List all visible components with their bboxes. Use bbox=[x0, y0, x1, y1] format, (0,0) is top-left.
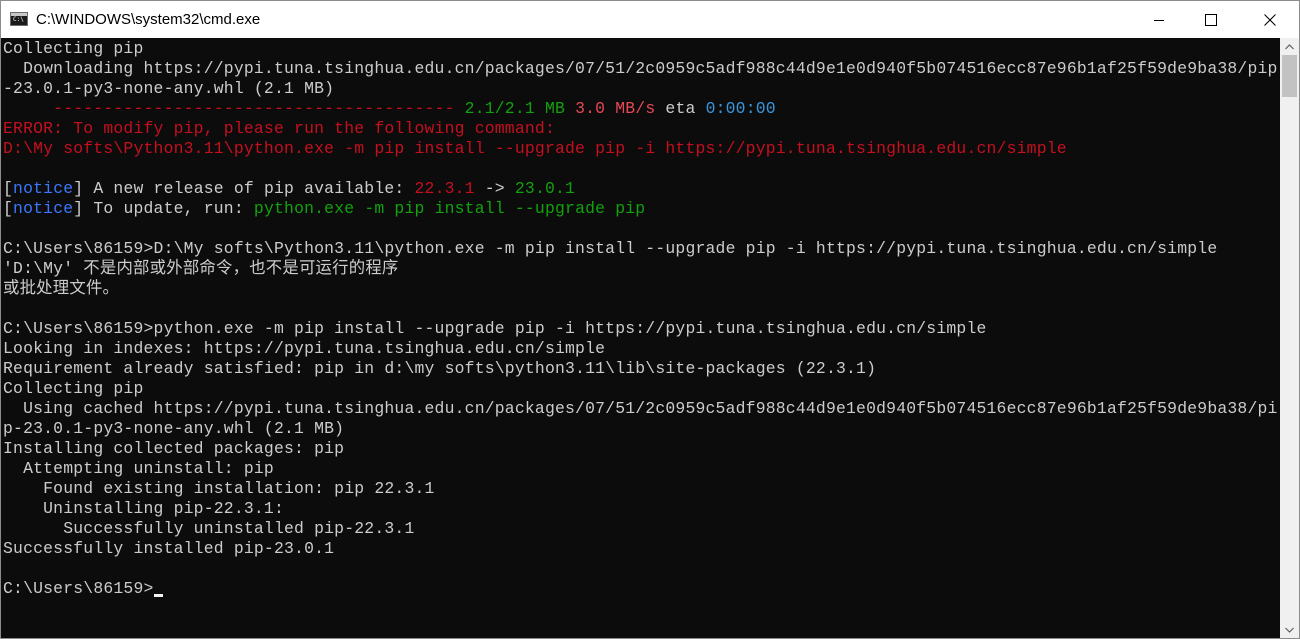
console-text: 或批处理文件。 bbox=[3, 279, 120, 298]
console-line: C:\Users\86159>D:\My softs\Python3.11\py… bbox=[3, 239, 1278, 259]
console-line: Successfully installed pip-23.0.1 bbox=[3, 539, 1278, 559]
console-text: python.exe -m pip install --upgrade pip bbox=[253, 199, 646, 218]
console-text: Requirement already satisfied: pip in d:… bbox=[3, 359, 877, 378]
console-text: 23.0.1 bbox=[514, 179, 576, 198]
console-text: [ bbox=[3, 179, 14, 198]
console-line: Installing collected packages: pip bbox=[3, 439, 1278, 459]
minimize-icon bbox=[1154, 19, 1164, 21]
close-icon bbox=[1264, 13, 1276, 26]
console-text: C:\Users\86159>D:\My softs\Python3.11\py… bbox=[3, 239, 1218, 258]
scroll-down-button[interactable] bbox=[1280, 621, 1299, 638]
window-title: C:\WINDOWS\system32\cmd.exe bbox=[36, 11, 261, 28]
console-line: [notice] A new release of pip available:… bbox=[3, 179, 1278, 199]
console-line: 'D:\My' 不是内部或外部命令，也不是可运行的程序 bbox=[3, 259, 1278, 279]
scroll-up-button[interactable] bbox=[1280, 38, 1299, 55]
cmd-window: C:\WINDOWS\system32\cmd.exe Collecting p… bbox=[0, 0, 1300, 639]
console-text: ] A new release of pip available: bbox=[73, 179, 415, 198]
console-line: p-23.0.1-py3-none-any.whl (2.1 MB) bbox=[3, 419, 1278, 439]
console-text: Found existing installation: pip 22.3.1 bbox=[3, 479, 435, 498]
console-text: Using cached https://pypi.tuna.tsinghua.… bbox=[3, 399, 1278, 418]
maximize-button[interactable] bbox=[1188, 1, 1234, 38]
console-text: Looking in indexes: https://pypi.tuna.ts… bbox=[3, 339, 606, 358]
console-text: Collecting pip bbox=[3, 39, 144, 58]
scroll-down-arrow-icon bbox=[1285, 627, 1294, 633]
console-text: Collecting pip bbox=[3, 379, 144, 398]
cmd-console-icon[interactable] bbox=[10, 12, 28, 26]
console-text: 22.3.1 bbox=[414, 179, 475, 198]
console-line: Uninstalling pip-22.3.1: bbox=[3, 499, 1278, 519]
console-text: -23.0.1-py3-none-any.whl (2.1 MB) bbox=[3, 79, 335, 98]
console-line: ERROR: To modify pip, please run the fol… bbox=[3, 119, 1278, 139]
console-line: Attempting uninstall: pip bbox=[3, 459, 1278, 479]
console-text: notice bbox=[13, 199, 74, 218]
console-text: notice bbox=[13, 179, 74, 198]
console-line: Collecting pip bbox=[3, 39, 1278, 59]
console-line: -23.0.1-py3-none-any.whl (2.1 MB) bbox=[3, 79, 1278, 99]
console-line: Successfully uninstalled pip-22.3.1 bbox=[3, 519, 1278, 539]
minimize-button[interactable] bbox=[1136, 1, 1182, 38]
console-text: Attempting uninstall: pip bbox=[3, 459, 274, 478]
console-line: C:\Users\86159>python.exe -m pip install… bbox=[3, 319, 1278, 339]
console-output[interactable]: Collecting pip Downloading https://pypi.… bbox=[1, 38, 1280, 638]
console-text: C:\Users\86159>python.exe -m pip install… bbox=[3, 319, 987, 338]
scroll-thumb[interactable] bbox=[1282, 55, 1297, 97]
close-button[interactable] bbox=[1247, 1, 1293, 38]
console-text: Installing collected packages: pip bbox=[3, 439, 345, 458]
console-text: D:\My softs\Python3.11\python.exe -m pip… bbox=[3, 139, 1067, 158]
text-cursor bbox=[153, 594, 163, 597]
console-text: 'D:\My' 不是内部或外部命令，也不是可运行的程序 bbox=[3, 259, 399, 278]
console-line: Using cached https://pypi.tuna.tsinghua.… bbox=[3, 399, 1278, 419]
console-text: p-23.0.1-py3-none-any.whl (2.1 MB) bbox=[3, 419, 345, 438]
console-text: 0:00:00 bbox=[705, 99, 776, 118]
console-line: Collecting pip bbox=[3, 379, 1278, 399]
console-lines: Collecting pip Downloading https://pypi.… bbox=[3, 39, 1278, 599]
console-line: Looking in indexes: https://pypi.tuna.ts… bbox=[3, 339, 1278, 359]
console-text: -> bbox=[474, 179, 515, 198]
console-text: eta bbox=[655, 99, 706, 118]
console-line: 或批处理文件。 bbox=[3, 279, 1278, 299]
console-text: ---------------------------------------- bbox=[3, 99, 465, 118]
console-text: Uninstalling pip-22.3.1: bbox=[3, 499, 285, 518]
console-line: Found existing installation: pip 22.3.1 bbox=[3, 479, 1278, 499]
console-text: C:\Users\86159> bbox=[3, 579, 154, 598]
console-text: 3.0 MB/s bbox=[575, 99, 656, 118]
scroll-up-arrow-icon bbox=[1285, 43, 1294, 49]
console-text: Successfully installed pip-23.0.1 bbox=[3, 539, 335, 558]
console-line: C:\Users\86159> bbox=[3, 579, 1278, 599]
console-text: ] To update, run: bbox=[73, 199, 254, 218]
console-text: Successfully uninstalled pip-22.3.1 bbox=[3, 519, 415, 538]
console-text: ERROR: To modify pip, please run the fol… bbox=[3, 119, 555, 138]
console-text: 2.1/2.1 MB bbox=[464, 99, 566, 118]
console-line: ----------------------------------------… bbox=[3, 99, 1278, 119]
console-text: Downloading https://pypi.tuna.tsinghua.e… bbox=[3, 59, 1278, 78]
console-text: [ bbox=[3, 199, 14, 218]
console-line: Downloading https://pypi.tuna.tsinghua.e… bbox=[3, 59, 1278, 79]
console-line: D:\My softs\Python3.11\python.exe -m pip… bbox=[3, 139, 1278, 159]
console-line: [notice] To update, run: python.exe -m p… bbox=[3, 199, 1278, 219]
title-bar[interactable]: C:\WINDOWS\system32\cmd.exe bbox=[1, 1, 1299, 38]
console-line: Requirement already satisfied: pip in d:… bbox=[3, 359, 1278, 379]
vertical-scrollbar[interactable] bbox=[1280, 38, 1299, 638]
maximize-icon bbox=[1205, 13, 1217, 26]
